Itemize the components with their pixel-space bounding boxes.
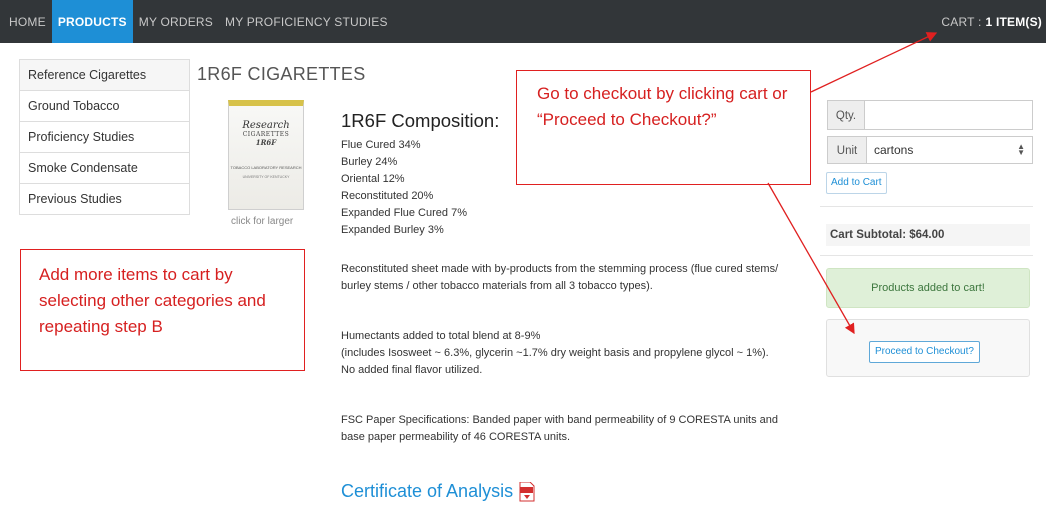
checkout-panel: Proceed to Checkout?	[826, 319, 1030, 377]
product-image-university: UNIVERSITY OF KENTUCKY	[242, 175, 290, 179]
proceed-to-checkout-button[interactable]: Proceed to Checkout?	[869, 341, 980, 363]
quantity-input[interactable]	[865, 100, 1033, 130]
divider	[820, 255, 1033, 256]
humectants-line: (includes Isosweet ~ 6.3%, glycerin ~1.7…	[341, 347, 769, 359]
composition-item: Oriental 12%	[341, 173, 405, 185]
nav-home[interactable]: HOME	[0, 0, 52, 43]
certificate-of-analysis-link[interactable]: Certificate of Analysis	[341, 481, 535, 502]
pdf-icon[interactable]	[519, 481, 535, 502]
product-image-lab: TOBACCO LABORATORY RESEARCH	[230, 165, 302, 170]
product-image-code: 1R6F	[255, 138, 277, 147]
unit-group: Unit cartons ▲ ▼	[827, 136, 1033, 164]
sidebar-item-reference-cigarettes[interactable]: Reference Cigarettes	[20, 60, 189, 91]
add-more-annotation: Add more items to cart by selecting othe…	[20, 249, 305, 371]
composition-item: Burley 24%	[341, 156, 398, 168]
nav-my-orders[interactable]: MY ORDERS	[133, 0, 219, 43]
cart-count: 1 ITEM(S)	[985, 14, 1042, 29]
sidebar-item-proficiency-studies[interactable]: Proficiency Studies	[20, 122, 189, 153]
cart-link[interactable]: CART : 1 ITEM(S)	[941, 0, 1042, 43]
product-image[interactable]: Research CIGARETTES 1R6F TOBACCO LABORAT…	[228, 100, 304, 210]
composition-item: Expanded Burley 3%	[341, 224, 444, 236]
composition-title: 1R6F Composition:	[341, 110, 500, 131]
humectants-line: No added final flavor utilized.	[341, 364, 483, 376]
cart-subtotal: Cart Subtotal: $64.00	[826, 224, 1030, 246]
reconstituted-paragraph: Reconstituted sheet made with by-product…	[341, 263, 779, 292]
unit-selected-value: cartons	[874, 143, 914, 157]
qty-label: Qty.	[827, 100, 865, 130]
nav-my-proficiency-studies[interactable]: MY PROFICIENCY STUDIES	[219, 0, 394, 43]
checkout-annotation: Go to checkout by clicking cart or “Proc…	[516, 70, 811, 185]
quantity-group: Qty.	[827, 100, 1033, 130]
sidebar-item-previous-studies[interactable]: Previous Studies	[20, 184, 189, 214]
select-arrows-icon: ▲ ▼	[1017, 142, 1025, 157]
product-image-subtitle: CIGARETTES	[242, 131, 290, 138]
certificate-label: Certificate of Analysis	[341, 481, 514, 501]
unit-select[interactable]: cartons ▲ ▼	[867, 136, 1033, 164]
sidebar-item-smoke-condensate[interactable]: Smoke Condensate	[20, 153, 189, 184]
composition-item: Flue Cured 34%	[341, 139, 421, 151]
nav-products[interactable]: PRODUCTS	[51, 0, 133, 43]
composition-item: Reconstituted 20%	[341, 190, 434, 202]
add-to-cart-button[interactable]: Add to Cart	[826, 172, 887, 194]
category-list: Reference Cigarettes Ground Tobacco Prof…	[19, 59, 190, 215]
unit-label: Unit	[827, 136, 867, 164]
click-for-larger-link[interactable]: click for larger	[231, 216, 293, 227]
cart-label: CART :	[941, 14, 982, 29]
top-nav: HOME PRODUCTS MY ORDERS MY PROFICIENCY S…	[0, 0, 1046, 43]
sidebar-item-ground-tobacco[interactable]: Ground Tobacco	[20, 91, 189, 122]
composition-item: Expanded Flue Cured 7%	[341, 207, 467, 219]
fsc-paragraph: FSC Paper Specifications: Banded paper w…	[341, 414, 778, 443]
composition-list: Flue Cured 34% Burley 24% Oriental 12% R…	[341, 137, 467, 239]
success-alert: Products added to cart!	[826, 268, 1030, 308]
humectants-paragraph: Humectants added to total blend at 8-9% …	[341, 328, 781, 379]
divider	[820, 206, 1033, 207]
product-image-brand: Research	[242, 120, 290, 131]
page-title: 1R6F CIGARETTES	[197, 64, 366, 84]
humectants-line: Humectants added to total blend at 8-9%	[341, 330, 541, 342]
